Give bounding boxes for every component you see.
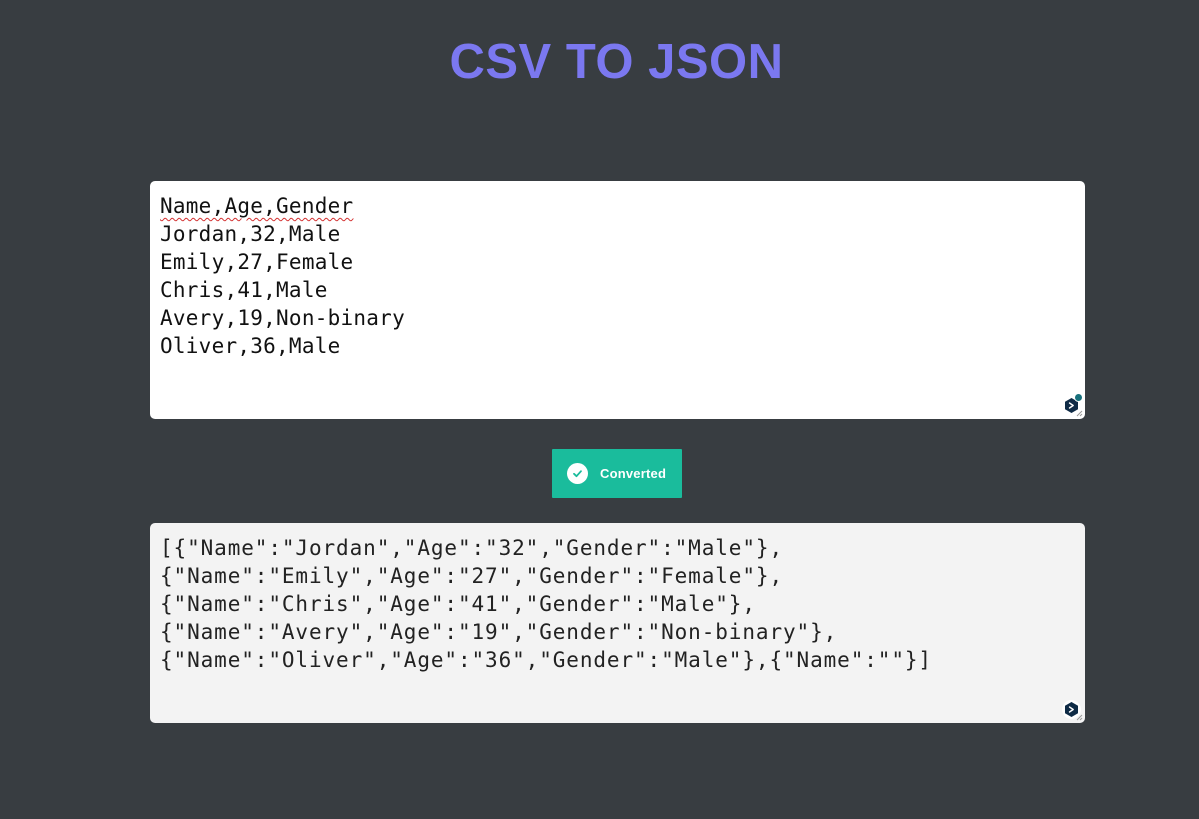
csv-line-3: Emily,27,Female — [160, 250, 354, 274]
csv-line-2: Jordan,32,Male — [160, 222, 341, 246]
resize-handle-icon[interactable] — [1076, 410, 1083, 417]
json-output[interactable]: [{"Name":"Jordan","Age":"32","Gender":"M… — [150, 523, 1085, 723]
json-line-5: {"Name":"Oliver","Age":"36","Gender":"Ma… — [160, 648, 932, 672]
csv-line-5: Avery,19,Non-binary — [160, 306, 405, 330]
csv-line-1: Name,Age,Gender — [160, 194, 354, 218]
json-line-2: {"Name":"Emily","Age":"27","Gender":"Fem… — [160, 564, 783, 588]
csv-line-6: Oliver,36,Male — [160, 334, 341, 358]
json-line-1: [{"Name":"Jordan","Age":"32","Gender":"M… — [160, 536, 783, 560]
json-line-3: {"Name":"Chris","Age":"41","Gender":"Mal… — [160, 592, 756, 616]
status-dot-icon — [1074, 393, 1083, 402]
csv-line-4: Chris,41,Male — [160, 278, 328, 302]
check-circle-icon — [567, 463, 588, 484]
csv-input[interactable]: Name,Age,Gender Jordan,32,Male Emily,27,… — [150, 181, 1085, 419]
resize-handle-icon-output[interactable] — [1076, 714, 1083, 721]
convert-button-label: Converted — [600, 466, 667, 481]
page-title: CSV TO JSON — [449, 35, 784, 89]
convert-button[interactable]: Converted — [552, 449, 682, 498]
json-line-4: {"Name":"Avery","Age":"19","Gender":"Non… — [160, 620, 838, 644]
checkmark-icon — [573, 470, 582, 478]
